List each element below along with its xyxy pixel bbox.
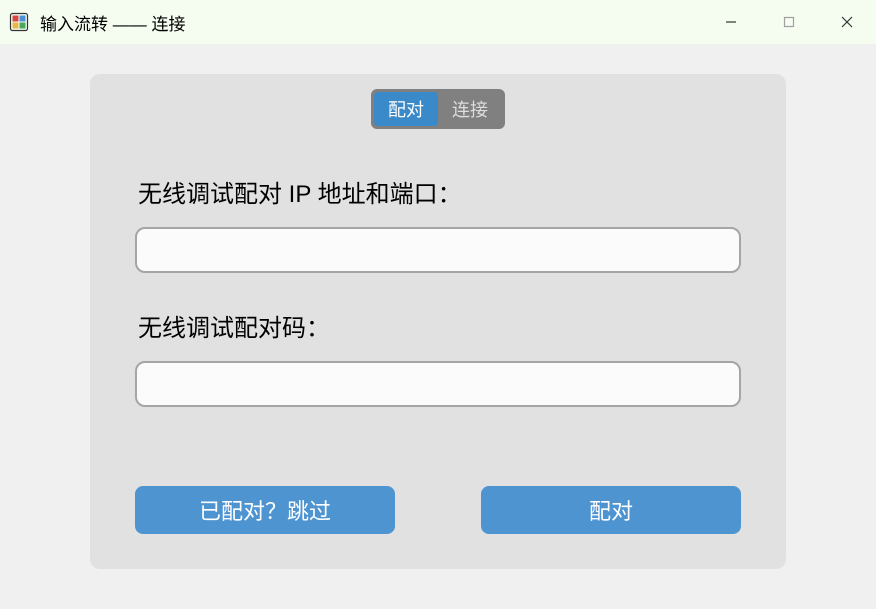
tab-toggle: 配对 连接 <box>371 89 505 129</box>
ip-port-label: 无线调试配对 IP 地址和端口： <box>138 174 741 209</box>
ip-port-input[interactable] <box>135 227 741 273</box>
window-title: 输入流转 —— 连接 <box>40 10 185 35</box>
button-row: 已配对？跳过 配对 <box>135 486 741 534</box>
pairing-code-label: 无线调试配对码： <box>138 308 741 343</box>
main-panel: 配对 连接 无线调试配对 IP 地址和端口： 无线调试配对码： 已配对？跳过 配… <box>90 74 786 569</box>
app-icon <box>8 11 30 33</box>
tab-pair[interactable]: 配对 <box>374 92 438 126</box>
titlebar: 输入流转 —— 连接 <box>0 0 876 44</box>
pair-button[interactable]: 配对 <box>481 486 741 534</box>
skip-button[interactable]: 已配对？跳过 <box>135 486 395 534</box>
close-button[interactable] <box>818 0 876 44</box>
app-window: 输入流转 —— 连接 配对 连接 无线调试配对 IP 地址和端口： 无线调试配对… <box>0 0 876 609</box>
minimize-button[interactable] <box>702 0 760 44</box>
content-area: 配对 连接 无线调试配对 IP 地址和端口： 无线调试配对码： 已配对？跳过 配… <box>0 44 876 609</box>
pairing-code-input[interactable] <box>135 361 741 407</box>
tab-connect[interactable]: 连接 <box>438 92 502 126</box>
window-controls <box>702 0 876 44</box>
maximize-button[interactable] <box>760 0 818 44</box>
